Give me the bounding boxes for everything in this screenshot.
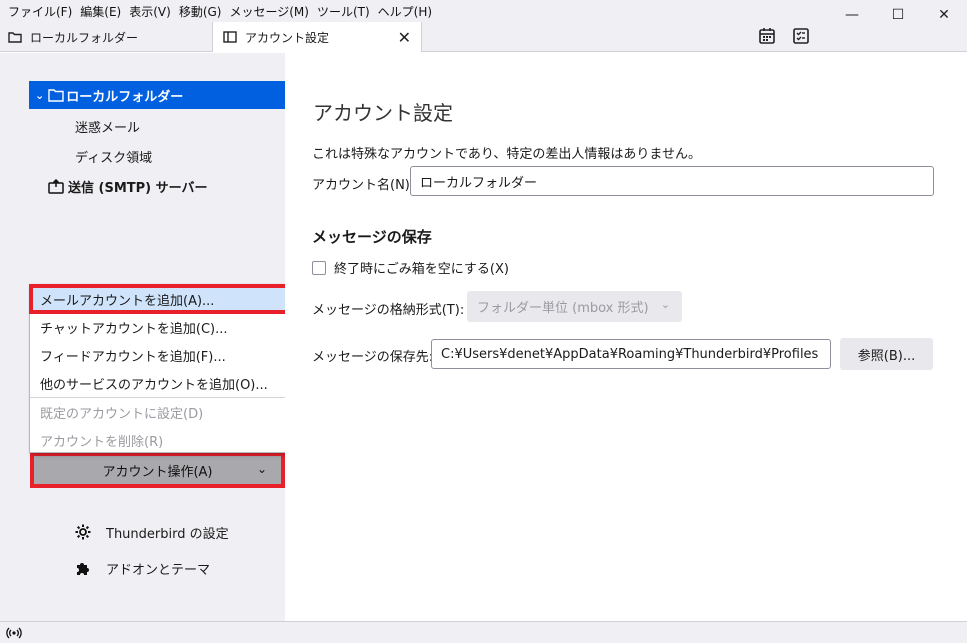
account-actions-menu: メールアカウントを追加(A)... チャットアカウントを追加(C)... フィー… <box>29 284 314 453</box>
chevron-down-icon[interactable]: ⌄ <box>35 89 44 102</box>
menu-help[interactable]: ヘルプ(H) <box>374 3 436 20</box>
settings-tab-icon <box>223 31 237 43</box>
menu-edit[interactable]: 編集(E) <box>76 3 125 20</box>
menu-item-remove-account: アカウントを削除(R) <box>40 434 164 450</box>
tab-local-folders[interactable]: ローカルフォルダー <box>0 22 212 52</box>
menu-item-add-chat-account[interactable]: チャットアカウントを追加(C)... <box>30 313 313 341</box>
minimize-button[interactable]: — <box>829 0 875 30</box>
tree-item-junk[interactable]: 迷惑メール <box>75 112 140 140</box>
store-type-label: メッセージの格納形式(T): <box>312 303 465 318</box>
store-path-field[interactable]: C:¥Users¥denet¥AppData¥Roaming¥Thunderbi… <box>431 339 831 369</box>
menu-tools[interactable]: ツール(T) <box>313 3 374 20</box>
settings-label: Thunderbird の設定 <box>106 526 229 542</box>
store-path-label: メッセージの保存先: <box>312 350 434 365</box>
status-bar <box>0 621 967 643</box>
store-type-value: フォルダー単位 (mbox 形式) <box>477 301 649 316</box>
outbox-icon <box>48 178 64 194</box>
account-description: これは特殊なアカウントであり、特定の差出人情報はありません。 <box>312 147 701 162</box>
account-settings-pane: アカウント設定 これは特殊なアカウントであり、特定の差出人情報はありません。 ア… <box>285 53 967 621</box>
account-name-label: アカウント名(N): <box>312 178 415 193</box>
menu-item-add-other-account[interactable]: 他のサービスのアカウントを追加(O)... <box>30 369 313 397</box>
thunderbird-settings-link[interactable]: Thunderbird の設定 <box>75 521 229 543</box>
menu-item-add-mail-account[interactable]: メールアカウントを追加(A)... <box>29 284 314 314</box>
close-button[interactable]: ✕ <box>921 0 967 30</box>
tab-bar: ローカルフォルダー アカウント設定 ✕ <box>0 22 967 52</box>
menu-view[interactable]: 表示(V) <box>125 3 175 20</box>
folder-icon <box>8 32 22 43</box>
empty-trash-checkbox[interactable] <box>312 260 326 275</box>
account-actions-label: アカウント操作(A) <box>102 464 213 480</box>
empty-trash-option[interactable]: 終了時にごみ箱を空にする(X) <box>312 258 509 277</box>
chevron-down-icon: ⌄ <box>660 298 670 311</box>
menu-file[interactable]: ファイル(F) <box>4 3 76 20</box>
menu-message[interactable]: メッセージ(M) <box>225 3 312 20</box>
gear-icon <box>75 524 91 540</box>
menu-item-add-feed-account[interactable]: フィードアカウントを追加(F)... <box>30 341 313 369</box>
addons-themes-link[interactable]: アドオンとテーマ <box>75 557 210 579</box>
tab-label: アカウント設定 <box>245 30 330 45</box>
online-status-icon[interactable] <box>6 626 22 640</box>
folder-icon <box>48 89 64 102</box>
close-tab-icon[interactable]: ✕ <box>398 28 411 47</box>
account-actions-button[interactable]: アカウント操作(A) ⌄ <box>30 452 285 488</box>
puzzle-icon <box>77 563 89 575</box>
account-name-field[interactable]: ローカルフォルダー <box>410 166 934 196</box>
menu-item-set-default: 既定のアカウントに設定(D) <box>40 406 204 422</box>
browse-button[interactable]: 参照(B)... <box>840 338 933 370</box>
message-storage-heading: メッセージの保存 <box>312 228 432 246</box>
tasks-icon[interactable] <box>792 27 810 45</box>
store-type-select: フォルダー単位 (mbox 形式) ⌄ <box>467 291 682 322</box>
tab-account-settings[interactable]: アカウント設定 ✕ <box>212 22 422 52</box>
chevron-down-icon: ⌄ <box>256 462 267 476</box>
tree-item-disk-space[interactable]: ディスク領域 <box>75 142 152 170</box>
account-label: ローカルフォルダー <box>66 89 184 105</box>
empty-trash-label: 終了時にごみ箱を空にする(X) <box>334 262 509 277</box>
tree-item-smtp[interactable]: 送信 (SMTP) サーバー <box>48 172 208 200</box>
addons-label: アドオンとテーマ <box>106 562 211 578</box>
smtp-label: 送信 (SMTP) サーバー <box>68 180 208 196</box>
maximize-button[interactable]: ☐ <box>875 0 921 30</box>
menubar: ファイル(F) 編集(E) 表示(V) 移動(G) メッセージ(M) ツール(T… <box>0 0 967 22</box>
account-tree-local-folders[interactable]: ⌄ ローカルフォルダー <box>29 81 285 109</box>
page-title: アカウント設定 <box>313 101 453 125</box>
menu-go[interactable]: 移動(G) <box>175 3 226 20</box>
calendar-icon[interactable] <box>758 27 776 45</box>
window-controls: — ☐ ✕ <box>829 0 967 30</box>
tab-label: ローカルフォルダー <box>30 30 139 45</box>
